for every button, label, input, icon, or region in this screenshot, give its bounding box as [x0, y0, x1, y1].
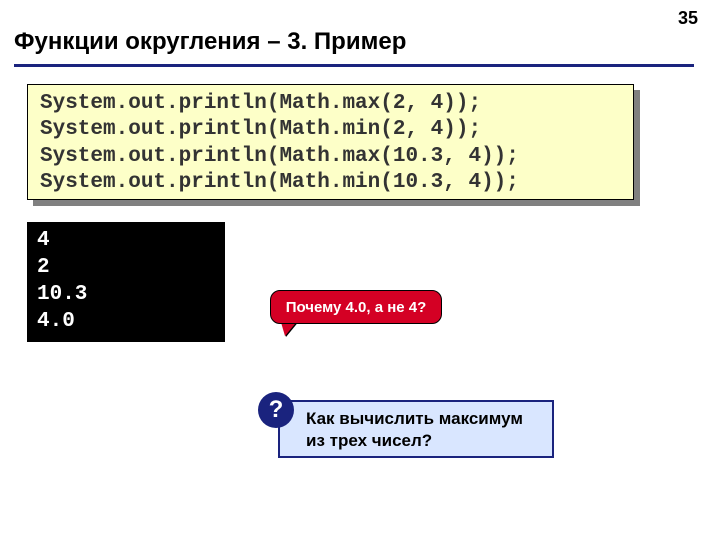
- slide-title: Функции округления – 3. Пример: [14, 28, 406, 56]
- output-box: 4 2 10.3 4.0: [27, 222, 225, 342]
- page-number: 35: [678, 8, 698, 29]
- code-box: System.out.println(Math.max(2, 4)); Syst…: [27, 84, 634, 200]
- slide: 35 Функции округления – 3. Пример System…: [0, 0, 720, 540]
- callout-bubble: Почему 4.0, а не 4?: [270, 290, 442, 324]
- question-box: Как вычислить максимум из трех чисел?: [278, 400, 554, 458]
- title-divider: [14, 64, 694, 67]
- question-circle: ?: [258, 392, 294, 428]
- question-mark-icon: ?: [269, 396, 284, 424]
